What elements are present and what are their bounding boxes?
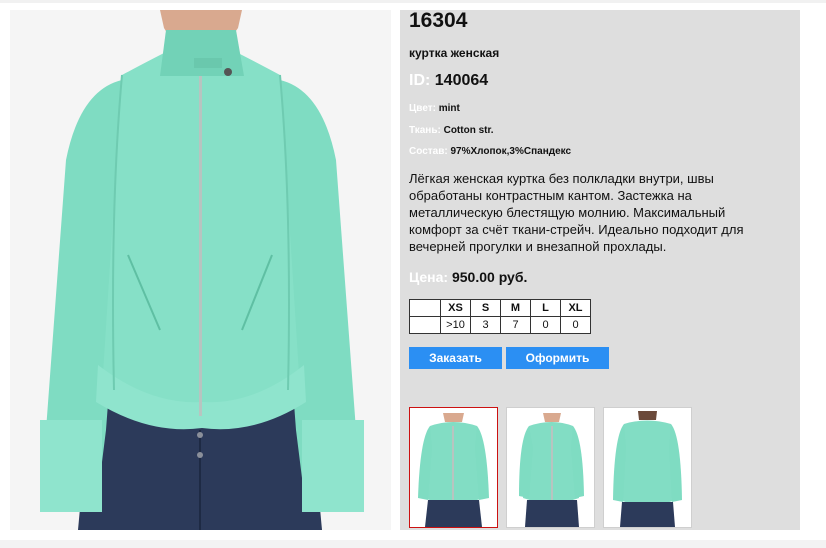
order-button[interactable]: Заказать: [409, 347, 502, 369]
fabric-value: Cotton str.: [443, 125, 494, 136]
size-header-cell: S: [470, 299, 501, 317]
size-stock-cell: 3: [470, 316, 501, 334]
composition-label: Состав:: [409, 146, 448, 157]
size-stock-cell: [409, 316, 441, 334]
size-header-cell: L: [530, 299, 561, 317]
product-id-row: ID: 140064: [409, 72, 488, 90]
jacket-photo-illustration: [10, 10, 391, 530]
size-stock-cell: 0: [560, 316, 591, 334]
size-header-cell: [409, 299, 441, 317]
thumbnail-side[interactable]: [506, 407, 595, 528]
thumbnail-back-image: [604, 408, 691, 527]
id-value: 140064: [434, 72, 489, 89]
price-row: Цена: 950.00 руб.: [409, 269, 527, 285]
size-stock-cell: 7: [500, 316, 531, 334]
size-stock-cell: 0: [530, 316, 561, 334]
color-label: Цвет:: [409, 103, 436, 114]
product-info-panel: 16304 куртка женская ID: 140064 Цвет: mi…: [400, 9, 800, 530]
thumbnail-front-image: [410, 408, 497, 527]
thumbnail-front[interactable]: [409, 407, 498, 528]
composition-row: Состав: 97%Хлопок,3%Спандекс: [409, 146, 571, 157]
main-product-photo: [10, 10, 391, 530]
size-header-row: XS S M L XL: [409, 299, 591, 317]
checkout-button[interactable]: Оформить: [506, 347, 609, 369]
size-header-cell: M: [500, 299, 531, 317]
size-availability-table: XS S M L XL >10 3 7 0 0: [409, 299, 591, 334]
top-divider: [0, 0, 826, 3]
size-header-cell: XS: [440, 299, 471, 317]
thumbnail-back[interactable]: [603, 407, 692, 528]
thumbnail-side-image: [507, 408, 594, 527]
product-model-number: 16304: [409, 9, 468, 32]
fabric-row: Ткань: Cotton str.: [409, 125, 494, 136]
right-margin: [800, 10, 826, 530]
price-value: 950.00 руб.: [451, 269, 528, 285]
bottom-divider: [0, 540, 826, 548]
price-label: Цена:: [409, 269, 449, 285]
id-label: ID:: [409, 72, 431, 89]
size-stock-cell: >10: [440, 316, 471, 334]
fabric-label: Ткань:: [409, 125, 441, 136]
product-subtitle: куртка женская: [409, 46, 500, 60]
size-header-cell: XL: [560, 299, 591, 317]
size-stock-row: >10 3 7 0 0: [409, 316, 591, 334]
color-row: Цвет: mint: [409, 103, 460, 114]
color-value: mint: [438, 103, 460, 114]
product-description: Лёгкая женская куртка без полкладки внут…: [409, 171, 744, 254]
composition-value: 97%Хлопок,3%Спандекс: [450, 146, 572, 157]
